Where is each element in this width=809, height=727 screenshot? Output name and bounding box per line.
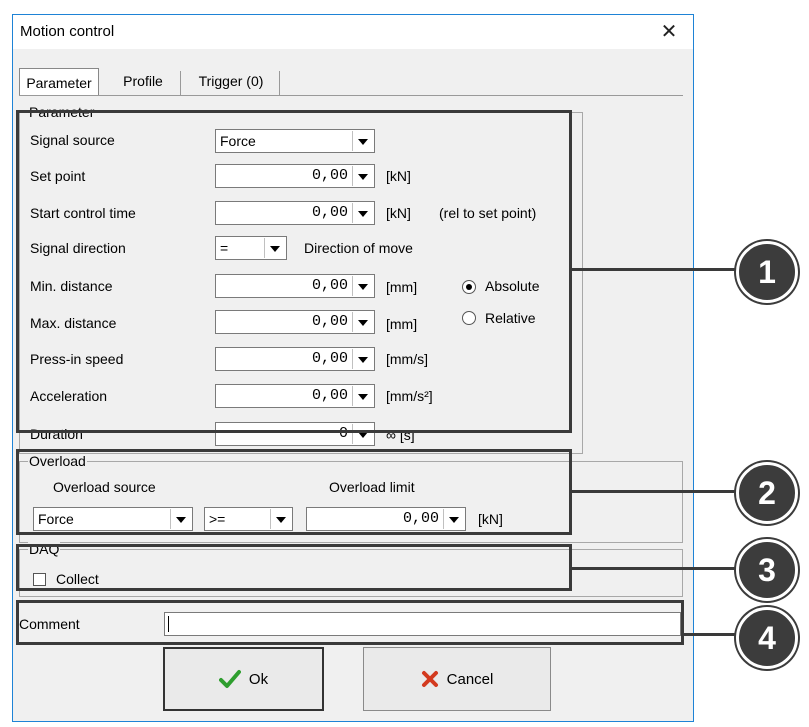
ok-label: Ok: [248, 670, 269, 688]
callout-badge-2: 2: [736, 462, 798, 524]
tab-profile[interactable]: Profile: [106, 67, 180, 95]
window-title: Motion control: [20, 23, 115, 40]
tab-separator: [279, 71, 280, 95]
callout-badge-4: 4: [736, 607, 798, 669]
close-icon[interactable]: ✕: [649, 17, 689, 47]
title-bar: Motion control ✕: [13, 15, 693, 49]
highlight-box-3: [16, 544, 572, 591]
leader-line-3: [572, 567, 742, 570]
callout-badge-1: 1: [736, 241, 798, 303]
tab-trigger[interactable]: Trigger (0): [183, 67, 279, 95]
checkmark-icon: [218, 670, 241, 688]
tab-separator: [180, 71, 181, 95]
highlight-box-4: [16, 600, 684, 645]
highlight-box-2: [16, 449, 572, 535]
ok-button[interactable]: Ok: [163, 647, 324, 711]
highlight-box-1: [16, 110, 572, 433]
tab-strip-border: [19, 95, 683, 96]
leader-line-4: [684, 633, 742, 636]
leader-line-2: [572, 490, 742, 493]
callout-badge-3: 3: [736, 539, 798, 601]
tab-parameter[interactable]: Parameter: [19, 68, 99, 96]
cancel-button[interactable]: Cancel: [363, 647, 551, 711]
cancel-label: Cancel: [446, 670, 494, 688]
leader-line-1: [572, 268, 742, 271]
cancel-x-icon: [421, 671, 438, 687]
